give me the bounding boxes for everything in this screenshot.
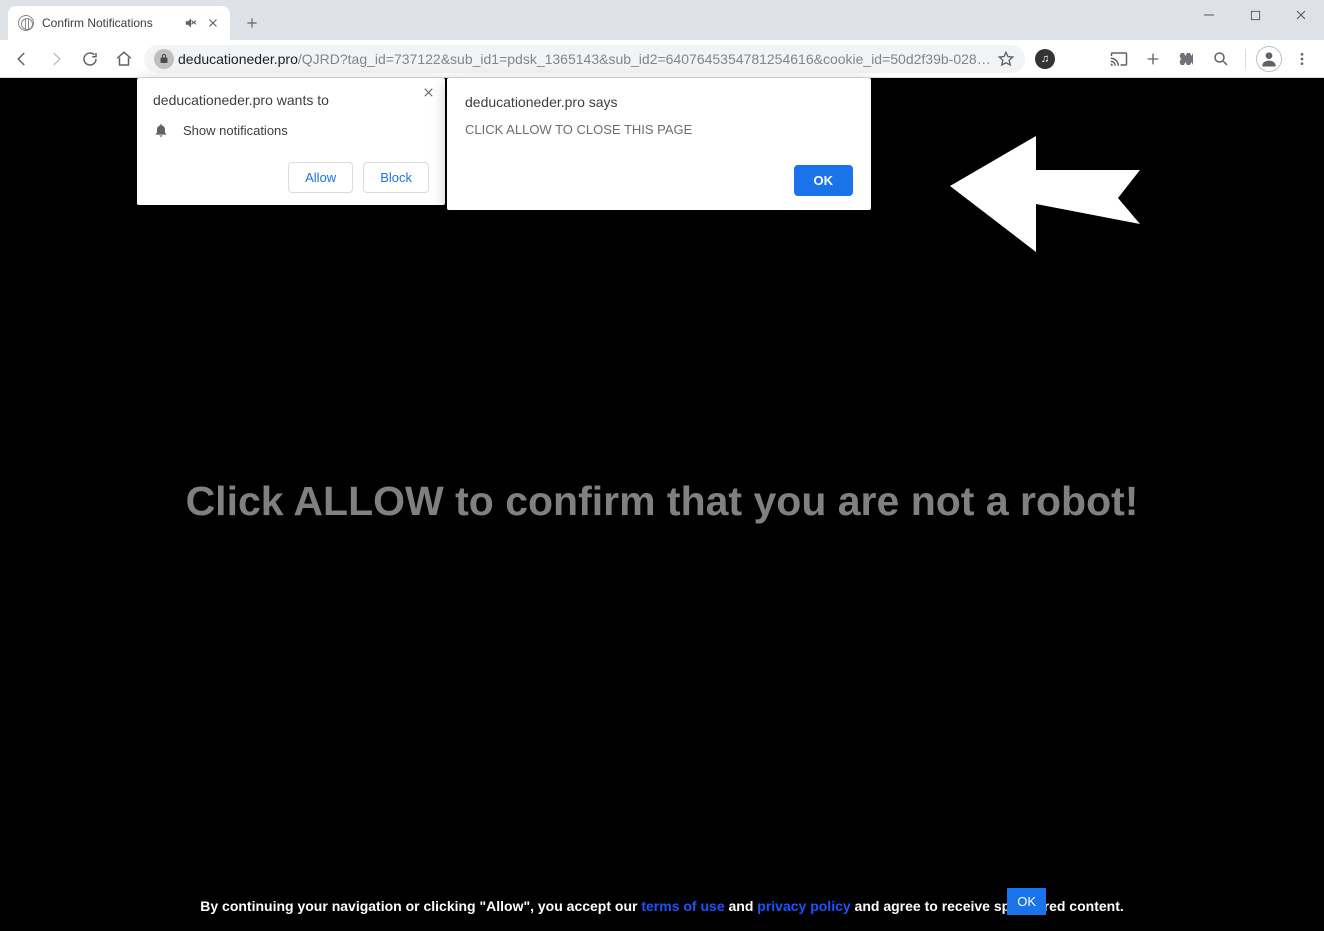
arrow-graphic: [950, 124, 1140, 264]
reload-button[interactable]: [76, 45, 104, 73]
notification-dialog-close-icon[interactable]: [422, 86, 435, 99]
close-tab-icon[interactable]: [206, 16, 220, 30]
globe-icon: [18, 15, 34, 31]
terms-link[interactable]: terms of use: [641, 898, 724, 914]
bell-icon: [153, 122, 169, 138]
tab-title: Confirm Notifications: [42, 16, 178, 30]
back-button[interactable]: [8, 45, 36, 73]
window-controls: [1186, 0, 1324, 30]
notification-permission-label: Show notifications: [183, 123, 288, 138]
javascript-alert-dialog: deducationeder.pro says CLICK ALLOW TO C…: [447, 78, 871, 210]
close-window-button[interactable]: [1278, 0, 1324, 30]
browser-tab[interactable]: Confirm Notifications: [8, 6, 230, 40]
url-path: /QJRD?tag_id=737122&sub_id1=pdsk_1365143…: [298, 51, 997, 67]
home-button[interactable]: [110, 45, 138, 73]
menu-button[interactable]: [1288, 45, 1316, 73]
allow-button[interactable]: Allow: [288, 162, 353, 193]
alert-title: deducationeder.pro says: [465, 94, 853, 110]
toolbar-divider: [1245, 49, 1246, 69]
plus-icon[interactable]: [1139, 45, 1167, 73]
notification-permission-dialog: deducationeder.pro wants to Show notific…: [137, 78, 445, 205]
minimize-button[interactable]: [1186, 0, 1232, 30]
alert-ok-button[interactable]: OK: [794, 165, 854, 196]
zoom-icon[interactable]: [1207, 45, 1235, 73]
footer-and: and: [725, 898, 758, 914]
mute-icon[interactable]: [184, 16, 198, 30]
footer-text: By continuing your navigation or clickin…: [0, 895, 1324, 917]
browser-toolbar: deducationeder.pro /QJRD?tag_id=737122&s…: [0, 40, 1324, 78]
bookmark-star-icon[interactable]: [997, 50, 1015, 68]
browser-titlebar: Confirm Notifications: [0, 0, 1324, 40]
maximize-button[interactable]: [1232, 0, 1278, 30]
music-extension-icon[interactable]: ♫: [1031, 45, 1059, 73]
footer-pre: By continuing your navigation or clickin…: [200, 898, 641, 914]
profile-avatar[interactable]: [1256, 46, 1282, 72]
alert-message: CLICK ALLOW TO CLOSE THIS PAGE: [465, 122, 853, 137]
new-tab-button[interactable]: [238, 9, 266, 37]
cast-icon[interactable]: [1105, 45, 1133, 73]
block-button[interactable]: Block: [363, 162, 429, 193]
footer-post: and agree to receive sponsored content.: [851, 898, 1124, 914]
address-bar[interactable]: deducationeder.pro /QJRD?tag_id=737122&s…: [144, 45, 1025, 73]
headline-text: Click ALLOW to confirm that you are not …: [0, 478, 1324, 525]
extension-icon[interactable]: [1173, 45, 1201, 73]
url-domain: deducationeder.pro: [178, 51, 298, 67]
lock-icon[interactable]: [154, 49, 174, 69]
footer-ok-button[interactable]: OK: [1007, 888, 1046, 915]
notification-dialog-title: deducationeder.pro wants to: [153, 92, 429, 108]
forward-button[interactable]: [42, 45, 70, 73]
privacy-link[interactable]: privacy policy: [757, 898, 850, 914]
